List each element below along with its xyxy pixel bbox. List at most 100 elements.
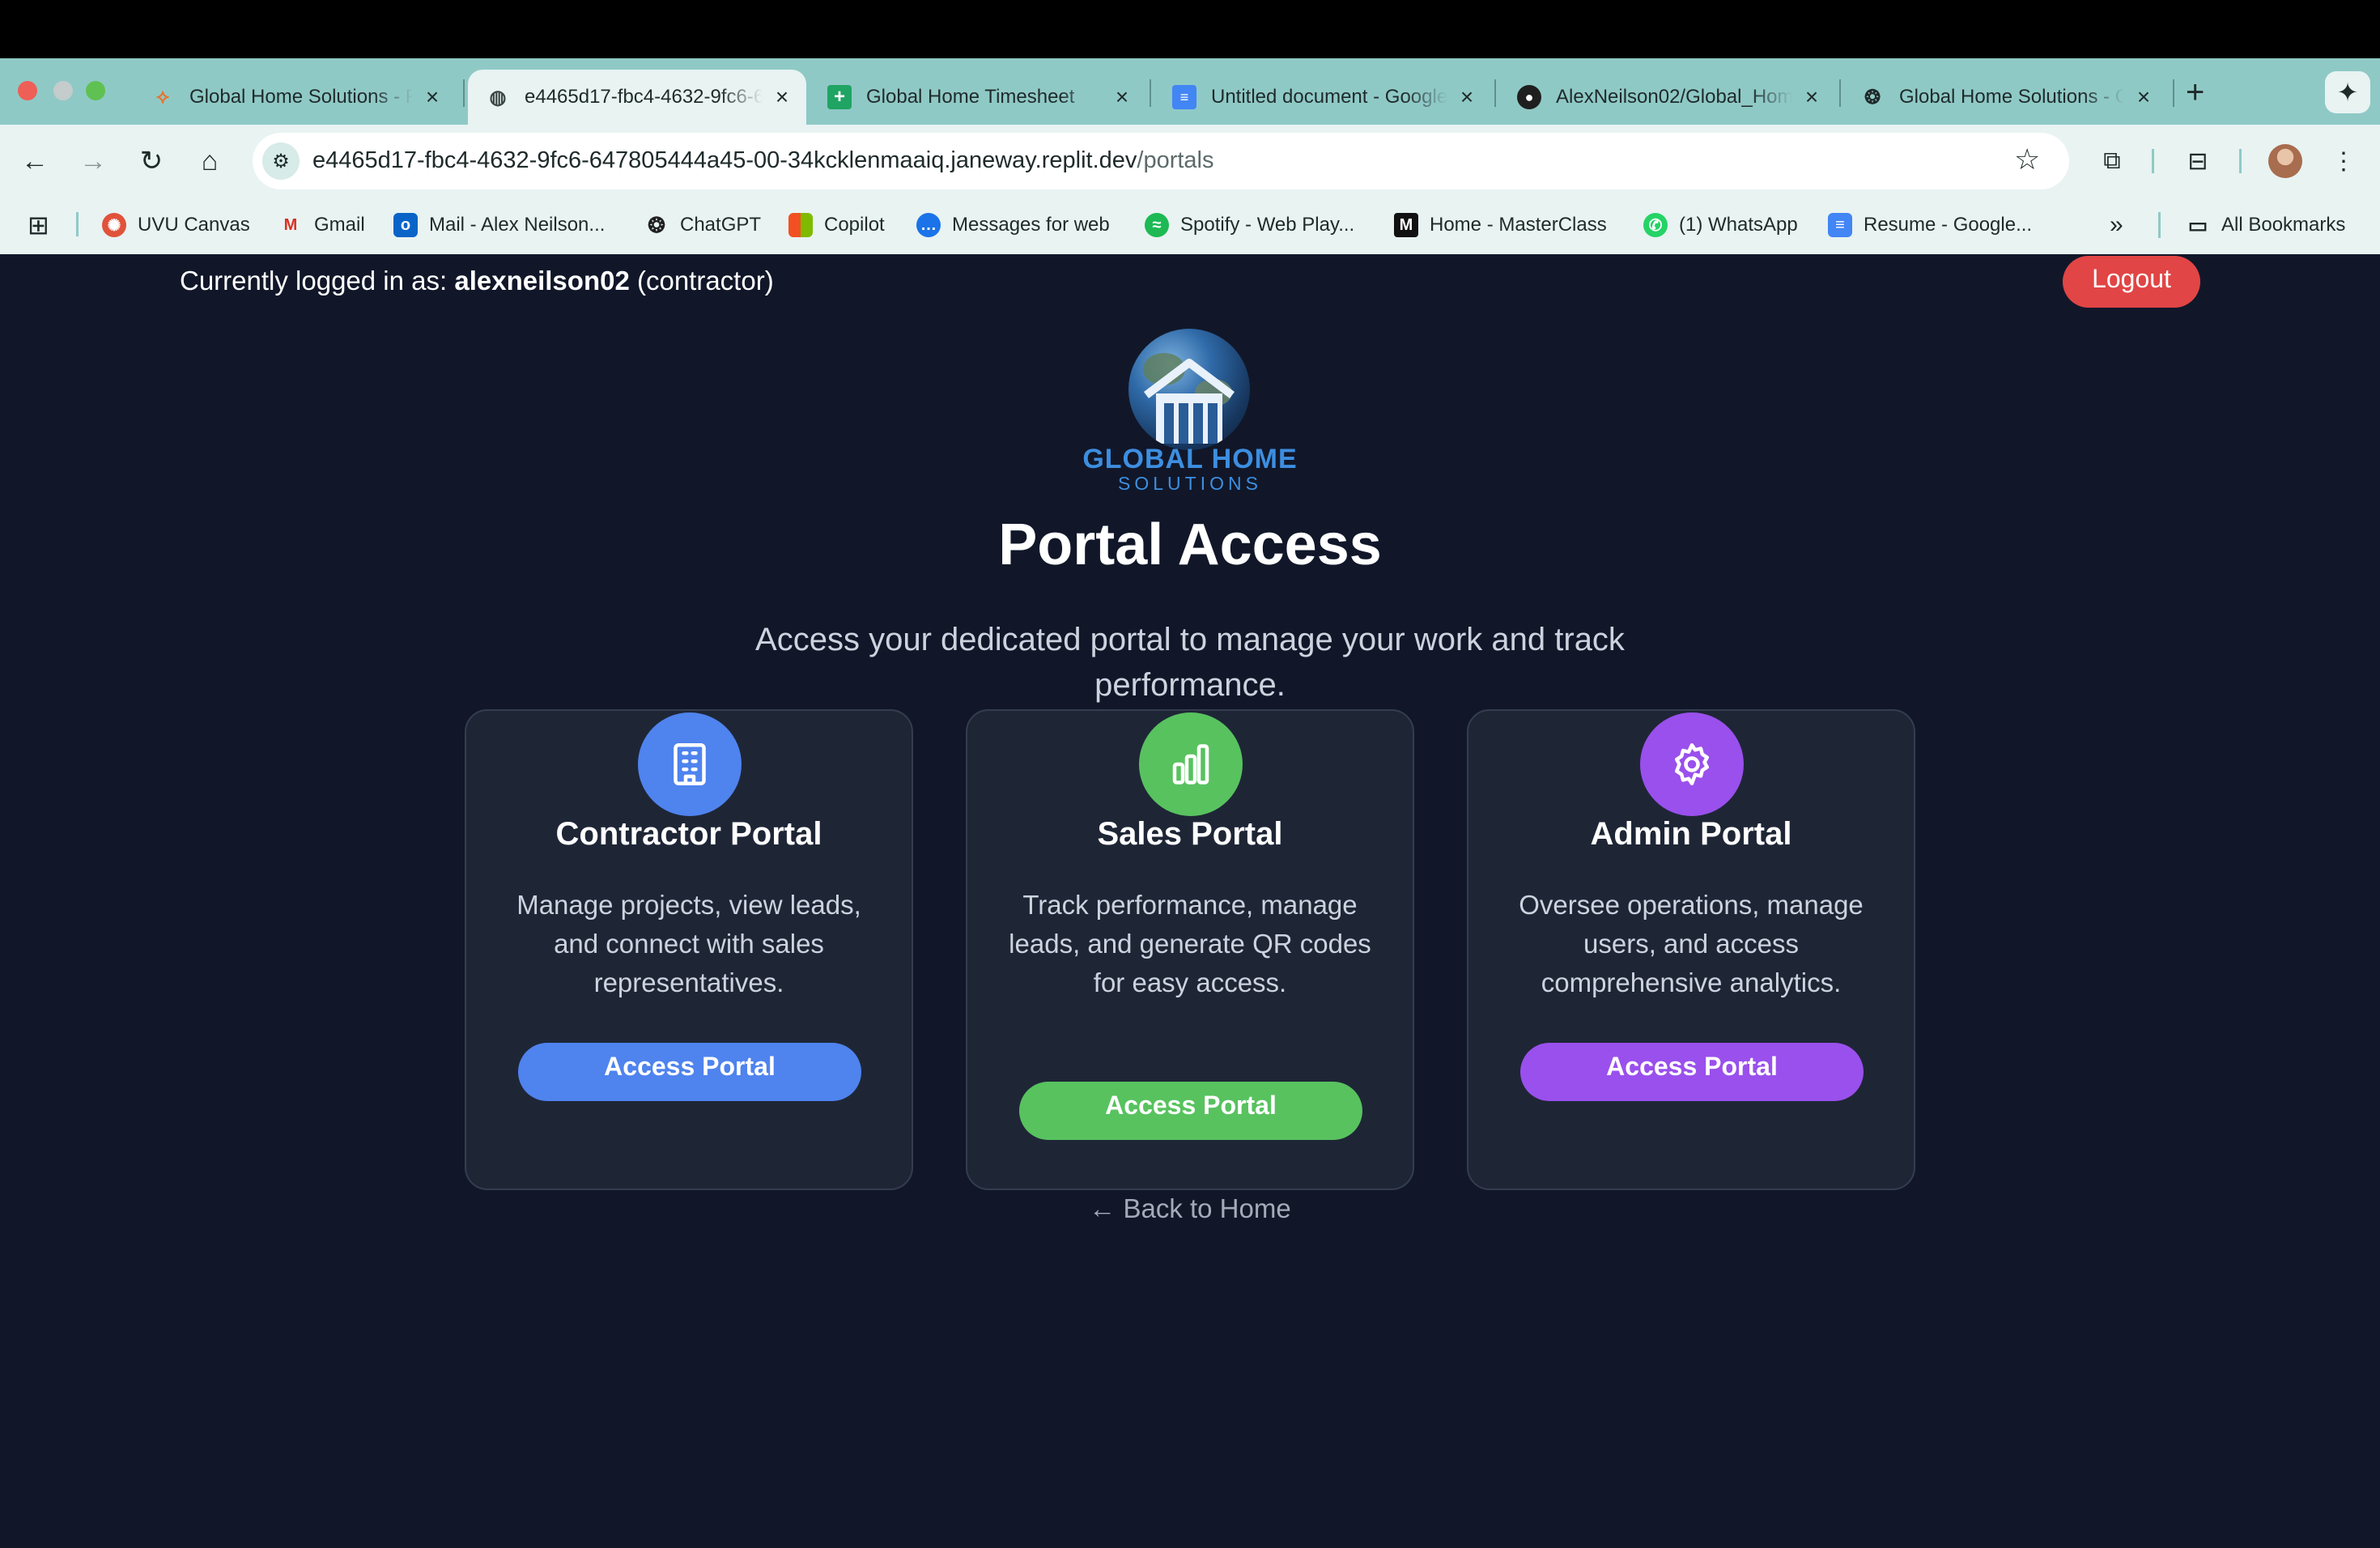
- bookmarks-separator: [76, 212, 79, 236]
- url-host: e4465d17-fbc4-4632-9fc6-647805444a45-00-…: [312, 147, 1137, 173]
- browser-tab[interactable]: ≡ Untitled document - Google Docs ×: [1154, 70, 1491, 125]
- logout-button[interactable]: Logout: [2063, 256, 2200, 308]
- messages-icon: …: [916, 213, 941, 237]
- browser-tab[interactable]: ● AlexNeilson02/Global_Home_Solutions ×: [1499, 70, 1836, 125]
- bookmark-label: Messages for web: [952, 214, 1110, 236]
- bookmark-label: Copilot: [824, 214, 885, 236]
- github-icon: ●: [1517, 85, 1541, 109]
- more-bookmarks-icon[interactable]: »: [2110, 210, 2123, 240]
- bookmarks-separator: [2158, 212, 2161, 238]
- tab-title: Global Home Timesheet: [866, 86, 1075, 108]
- browser-tab-active[interactable]: ◍ e4465d17-fbc4-4632-9fc6-647805444a45 ×: [468, 70, 806, 125]
- portal-title: Admin Portal: [1590, 816, 1792, 852]
- window-maximize-button[interactable]: [86, 81, 105, 100]
- toolbar-separator: [2152, 149, 2154, 173]
- tab-separator: [1150, 79, 1151, 107]
- site-settings-icon[interactable]: ⚙: [262, 142, 300, 180]
- bookmark-label: Spotify - Web Play...: [1180, 214, 1355, 236]
- bookmark-item[interactable]: ✺ UVU Canvas: [102, 210, 250, 240]
- tab-close-icon[interactable]: ×: [1800, 84, 1823, 110]
- chatgpt-icon: ❂: [1864, 86, 1881, 108]
- screen-top-bar: [0, 0, 2380, 58]
- bookmark-item[interactable]: ✆ (1) WhatsApp: [1643, 210, 1798, 240]
- microsoft-icon: [788, 213, 813, 237]
- masterclass-icon: M: [1394, 213, 1418, 237]
- tab-separator: [463, 79, 465, 107]
- sales-portal-card: Sales Portal Track performance, manage l…: [966, 709, 1414, 1190]
- sheets-icon: +: [827, 85, 852, 109]
- tab-title: Untitled document - Google Docs: [1211, 86, 1447, 108]
- bookmark-label: Mail - Alex Neilson...: [429, 214, 606, 236]
- portal-title: Sales Portal: [1097, 816, 1283, 852]
- bookmark-item[interactable]: ❂ ChatGPT: [644, 210, 761, 240]
- portal-description: Manage projects, view leads, and connect…: [516, 890, 861, 997]
- page-subtitle: Access your dedicated portal to manage y…: [755, 622, 1625, 703]
- tab-title: Global Home Solutions - Replit: [189, 86, 413, 108]
- gemini-icon[interactable]: ✦: [2325, 71, 2370, 113]
- session-role: (contractor): [629, 266, 774, 296]
- tab-close-icon[interactable]: ×: [771, 84, 793, 110]
- bookmark-item[interactable]: Copilot: [788, 210, 885, 240]
- browser-tab[interactable]: ❂ Global Home Solutions - ChatGPT ×: [1842, 70, 2168, 125]
- window-minimize-button[interactable]: [53, 81, 73, 100]
- session-prefix: Currently logged in as:: [180, 266, 455, 296]
- back-to-home-link[interactable]: ← Back to Home: [1085, 1193, 1295, 1224]
- admin-access-button[interactable]: Access Portal: [1520, 1043, 1864, 1101]
- all-bookmarks-folder[interactable]: ▭ All Bookmarks: [2186, 210, 2346, 240]
- bookmark-item[interactable]: o Mail - Alex Neilson...: [393, 210, 605, 240]
- forward-arrow-icon[interactable]: →: [74, 142, 112, 180]
- url-text[interactable]: e4465d17-fbc4-4632-9fc6-647805444a45-00-…: [312, 147, 1214, 174]
- gear-icon: [1640, 712, 1744, 816]
- tab-separator: [1839, 79, 1841, 107]
- building-icon: [638, 712, 742, 816]
- page-title: Portal Access: [998, 512, 1382, 577]
- tab-separator: [1494, 79, 1496, 107]
- tab-close-icon[interactable]: ×: [421, 84, 444, 110]
- tab-close-icon[interactable]: ×: [1111, 84, 1133, 110]
- session-status: Currently logged in as: alexneilson02 (c…: [180, 266, 774, 296]
- bookmark-label: Resume - Google...: [1864, 214, 2033, 236]
- sales-access-button[interactable]: Access Portal: [1019, 1082, 1362, 1140]
- window-close-button[interactable]: [18, 81, 37, 100]
- browser-tab[interactable]: ⟡ Global Home Solutions - Replit ×: [133, 70, 457, 125]
- brand-tagline: SOLUTIONS: [1118, 473, 1262, 494]
- tab-close-icon[interactable]: ×: [1456, 84, 1478, 110]
- bookmark-item[interactable]: … Messages for web: [916, 210, 1110, 240]
- bookmark-item[interactable]: M Home - MasterClass: [1394, 210, 1607, 240]
- bookmark-star-icon[interactable]: ☆: [2014, 142, 2040, 176]
- portal-description: Oversee operations, manage users, and ac…: [1519, 890, 1864, 997]
- admin-portal-card: Admin Portal Oversee operations, manage …: [1467, 709, 1915, 1190]
- globe-logo: [1128, 329, 1250, 450]
- new-tab-button[interactable]: +: [2186, 74, 2204, 111]
- profile-avatar[interactable]: [2268, 144, 2302, 178]
- menu-dots-icon[interactable]: ⋮: [2325, 142, 2362, 180]
- outlook-icon: o: [393, 213, 418, 237]
- bookmark-item[interactable]: ≡ Resume - Google...: [1828, 210, 2032, 240]
- docs-icon: ≡: [1172, 85, 1196, 109]
- tab-search-icon[interactable]: ⊟: [2179, 142, 2216, 180]
- replit-icon: ⟡: [156, 86, 169, 108]
- tab-title: e4465d17-fbc4-4632-9fc6-647805444a45: [525, 86, 763, 108]
- extensions-icon[interactable]: ⧉: [2093, 142, 2131, 180]
- contractor-access-button[interactable]: Access Portal: [518, 1043, 861, 1101]
- gmail-icon: M: [283, 215, 298, 234]
- tab-title: Global Home Solutions - ChatGPT: [1899, 86, 2124, 108]
- browser-tab[interactable]: + Global Home Timesheet ×: [810, 70, 1146, 125]
- apps-grid-icon[interactable]: ⊞: [28, 210, 49, 240]
- spotify-icon: ≈: [1145, 213, 1169, 237]
- session-username: alexneilson02: [454, 266, 630, 296]
- tab-title: AlexNeilson02/Global_Home_Solutions: [1556, 86, 1792, 108]
- url-path: /portals: [1137, 147, 1214, 173]
- bookmark-label: All Bookmarks: [2221, 214, 2346, 236]
- docs-icon: ≡: [1828, 213, 1852, 237]
- tab-close-icon[interactable]: ×: [2132, 84, 2155, 110]
- bookmark-item[interactable]: ≈ Spotify - Web Play...: [1145, 210, 1354, 240]
- canvas-icon: ✺: [102, 213, 126, 237]
- home-icon[interactable]: ⌂: [191, 142, 228, 180]
- bookmark-item[interactable]: M Gmail: [278, 210, 365, 240]
- reload-icon[interactable]: ↻: [133, 142, 170, 180]
- bookmark-label: Gmail: [314, 214, 365, 236]
- bookmark-label: (1) WhatsApp: [1679, 214, 1798, 236]
- portal-title: Contractor Portal: [555, 816, 822, 852]
- back-arrow-icon[interactable]: ←: [16, 142, 53, 180]
